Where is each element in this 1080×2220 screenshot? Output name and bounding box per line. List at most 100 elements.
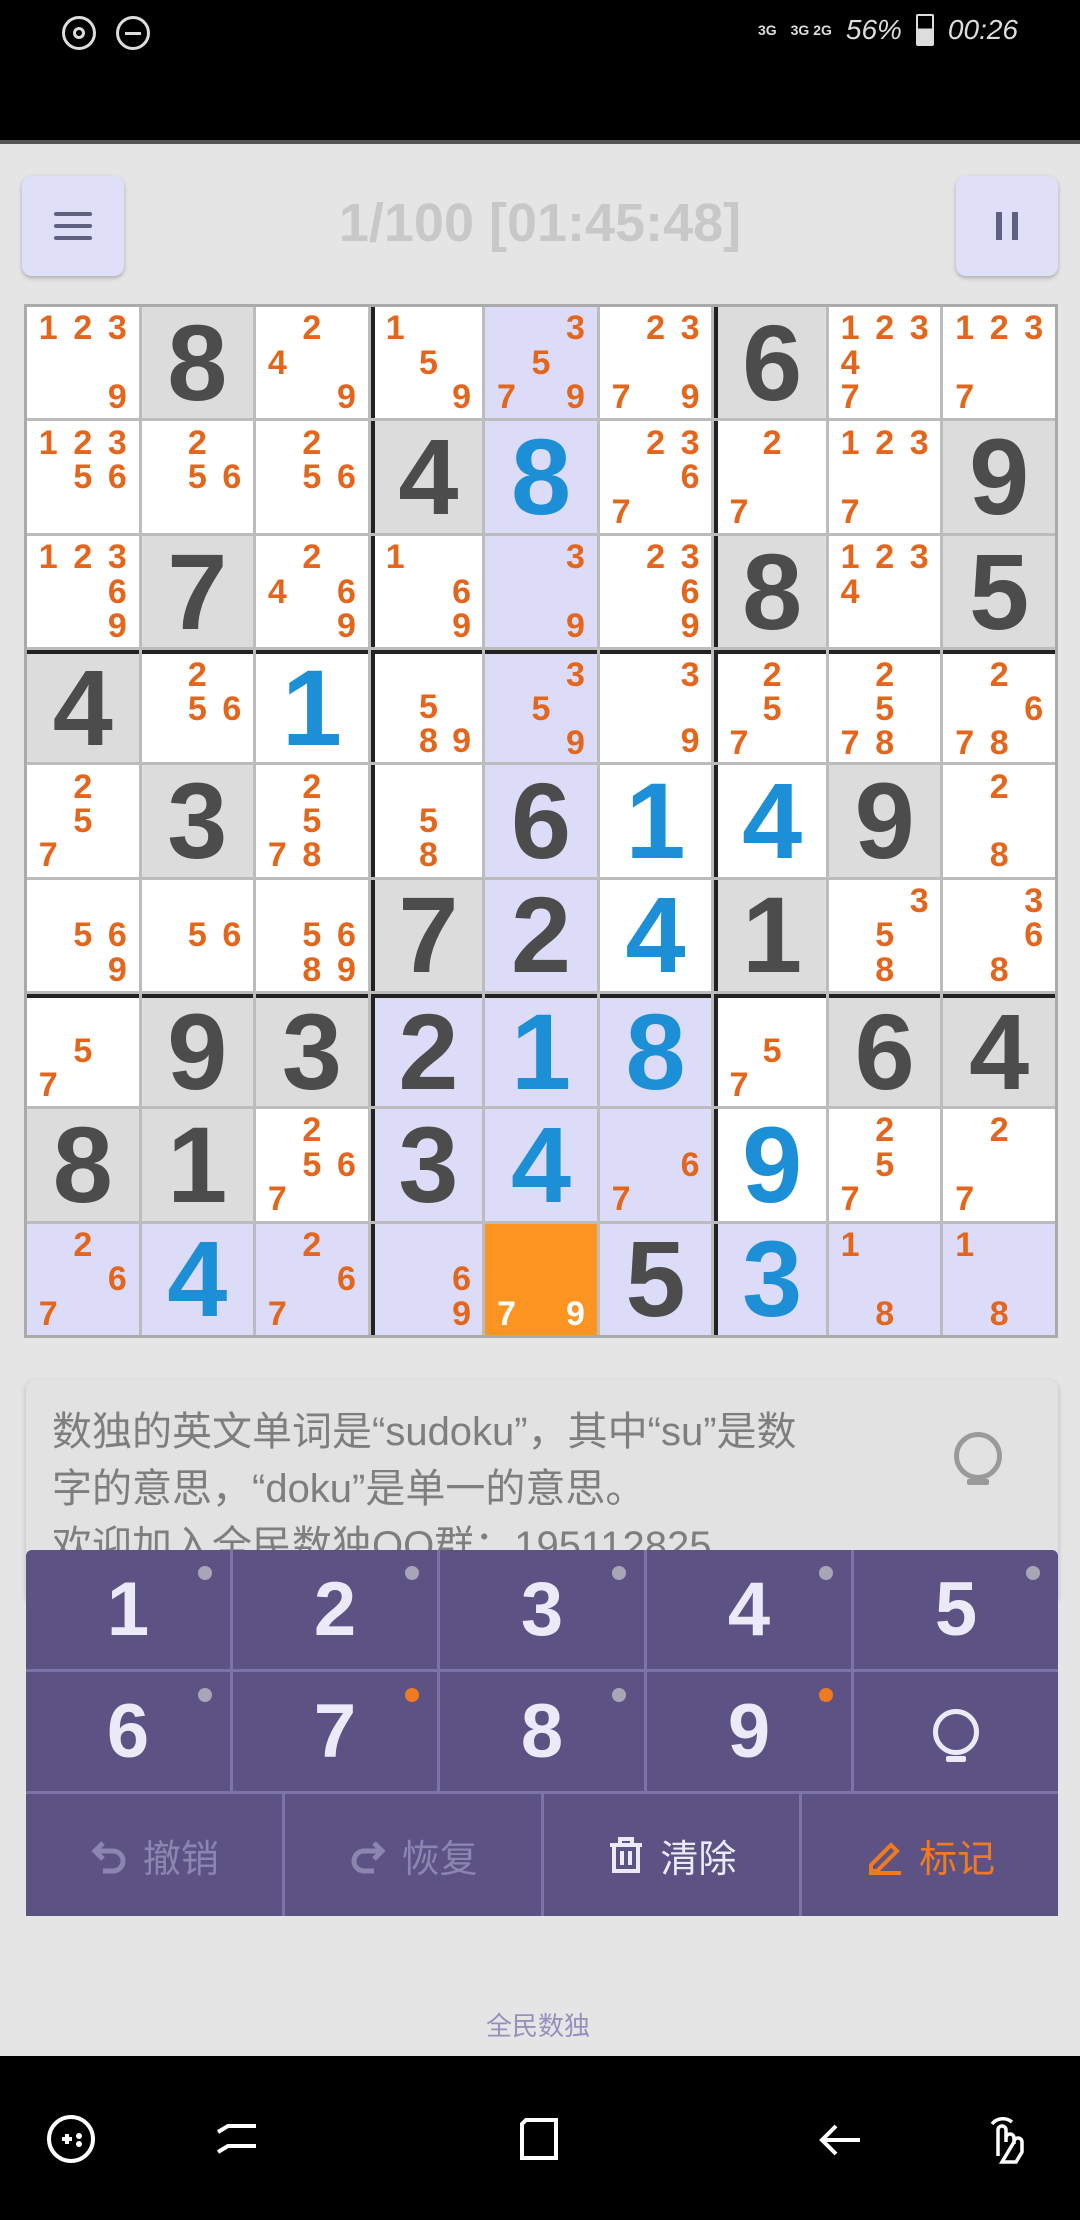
sudoku-cell[interactable]: 4 bbox=[141, 1223, 254, 1335]
sudoku-cell[interactable]: 3 bbox=[141, 765, 254, 877]
sudoku-cell[interactable]: 123 9 bbox=[27, 307, 139, 419]
sudoku-cell[interactable]: 8 bbox=[714, 535, 826, 648]
sudoku-cell[interactable]: 257 bbox=[828, 1109, 941, 1221]
sudoku-cell[interactable]: 4 bbox=[714, 765, 826, 877]
sudoku-cell[interactable]: 24 9 bbox=[256, 307, 368, 419]
sudoku-cell[interactable]: 58 bbox=[370, 765, 483, 877]
sudoku-cell[interactable]: 8 bbox=[141, 307, 254, 419]
digit-key-8[interactable]: 8 bbox=[440, 1672, 647, 1794]
sudoku-cell[interactable]: 9 bbox=[141, 994, 254, 1107]
mark-notes-button[interactable]: 标记 bbox=[802, 1794, 1058, 1916]
back-icon[interactable] bbox=[814, 2112, 868, 2166]
sudoku-cell[interactable]: 236 7 bbox=[599, 421, 712, 533]
sudoku-cell[interactable]: 123 7 bbox=[828, 421, 941, 533]
sudoku-cell[interactable]: 3 bbox=[714, 1223, 826, 1335]
sudoku-cell[interactable]: 26 7 bbox=[27, 1223, 139, 1335]
sudoku-cell[interactable]: 27 bbox=[714, 421, 826, 533]
sudoku-cell[interactable]: 569 bbox=[27, 879, 139, 992]
sudoku-cell[interactable]: 589 bbox=[370, 650, 483, 763]
sudoku-cell[interactable]: 2578 bbox=[256, 765, 368, 877]
sudoku-cell[interactable]: 123 4 bbox=[828, 535, 941, 648]
sudoku-cell[interactable]: 8 bbox=[599, 994, 712, 1107]
sudoku-cell[interactable]: 27 bbox=[943, 1109, 1055, 1221]
sudoku-cell[interactable]: 9 bbox=[714, 1109, 826, 1221]
digit-key-1[interactable]: 1 bbox=[26, 1550, 233, 1672]
home-icon[interactable] bbox=[512, 2112, 566, 2166]
sudoku-cell[interactable]: 9 bbox=[828, 765, 941, 877]
undo-button[interactable]: 撤销 bbox=[26, 1794, 285, 1916]
sudoku-cell[interactable]: 6 bbox=[828, 994, 941, 1107]
sudoku-cell[interactable]: 256 bbox=[141, 650, 254, 763]
game-launcher-icon[interactable] bbox=[44, 2112, 98, 2166]
digit-key-4[interactable]: 4 bbox=[647, 1550, 854, 1672]
clear-button[interactable]: 清除 bbox=[544, 1794, 803, 1916]
sudoku-cell[interactable]: 5689 bbox=[256, 879, 368, 992]
sudoku-cell[interactable]: 257 bbox=[27, 765, 139, 877]
sudoku-cell[interactable]: 7 bbox=[370, 879, 483, 992]
sudoku-cell[interactable]: 12369 bbox=[27, 535, 139, 648]
sudoku-cell[interactable]: 123 7 bbox=[943, 307, 1055, 419]
sudoku-cell[interactable]: 5 bbox=[599, 1223, 712, 1335]
sudoku-cell[interactable]: 358 bbox=[828, 879, 941, 992]
sudoku-cell[interactable]: 26 7 bbox=[256, 1223, 368, 1335]
sudoku-cell[interactable]: 3 bbox=[256, 994, 368, 1107]
digit-key-6[interactable]: 6 bbox=[26, 1672, 233, 1794]
sudoku-cell[interactable]: 69 bbox=[370, 1223, 483, 1335]
sudoku-cell[interactable]: 4 bbox=[943, 994, 1055, 1107]
sudoku-cell[interactable]: 6 bbox=[485, 765, 597, 877]
sudoku-cell[interactable]: 3 bbox=[370, 1109, 483, 1221]
recent-apps-icon[interactable] bbox=[210, 2112, 264, 2166]
redo-button[interactable]: 恢复 bbox=[285, 1794, 544, 1916]
sudoku-cell[interactable]: 2369 bbox=[599, 535, 712, 648]
sudoku-cell[interactable]: 359 bbox=[485, 650, 597, 763]
sudoku-cell[interactable]: 12356 bbox=[27, 421, 139, 533]
sudoku-cell[interactable]: 4 bbox=[27, 650, 139, 763]
sudoku-cell[interactable]: 39 bbox=[485, 535, 597, 648]
sudoku-cell[interactable]: 2578 bbox=[828, 650, 941, 763]
digit-key-9[interactable]: 9 bbox=[647, 1672, 854, 1794]
sudoku-cell[interactable]: 9 bbox=[943, 421, 1055, 533]
sudoku-cell[interactable]: 39 bbox=[599, 650, 712, 763]
digit-key-3[interactable]: 3 bbox=[440, 1550, 647, 1672]
hint-key[interactable] bbox=[854, 1672, 1058, 1794]
sudoku-cell[interactable]: 1 bbox=[256, 650, 368, 763]
sudoku-cell[interactable]: 28 bbox=[943, 765, 1055, 877]
lightbulb-icon[interactable] bbox=[954, 1432, 1002, 1485]
sudoku-cell[interactable]: 256 7 bbox=[256, 1109, 368, 1221]
sudoku-cell[interactable]: 4 bbox=[599, 879, 712, 992]
sudoku-cell[interactable]: 257 bbox=[714, 650, 826, 763]
digit-key-7[interactable]: 7 bbox=[233, 1672, 440, 1794]
sudoku-cell[interactable]: 6 bbox=[714, 307, 826, 419]
sudoku-cell[interactable]: 26 78 bbox=[943, 650, 1055, 763]
sudoku-cell[interactable]: 79 bbox=[485, 1223, 597, 1335]
sudoku-cell[interactable]: 2 bbox=[370, 994, 483, 1107]
digit-key-5[interactable]: 5 bbox=[854, 1550, 1058, 1672]
sudoku-cell[interactable]: 57 bbox=[27, 994, 139, 1107]
sudoku-cell[interactable]: 67 bbox=[599, 1109, 712, 1221]
pause-button[interactable] bbox=[956, 176, 1058, 276]
sudoku-cell[interactable]: 56 bbox=[141, 879, 254, 992]
sudoku-cell[interactable]: 357 9 bbox=[485, 307, 597, 419]
sudoku-cell[interactable]: 1 bbox=[714, 879, 826, 992]
sudoku-cell[interactable]: 159 bbox=[370, 307, 483, 419]
digit-key-2[interactable]: 2 bbox=[233, 1550, 440, 1672]
sudoku-cell[interactable]: 1 69 bbox=[370, 535, 483, 648]
sudoku-cell[interactable]: 24 69 bbox=[256, 535, 368, 648]
sudoku-cell[interactable]: 256 bbox=[141, 421, 254, 533]
sudoku-cell[interactable]: 8 bbox=[485, 421, 597, 533]
sudoku-cell[interactable]: 256 bbox=[256, 421, 368, 533]
sudoku-cell[interactable]: 8 bbox=[27, 1109, 139, 1221]
sudoku-cell[interactable]: 4 bbox=[485, 1109, 597, 1221]
sudoku-cell[interactable]: 18 bbox=[943, 1223, 1055, 1335]
sudoku-cell[interactable]: 2 bbox=[485, 879, 597, 992]
sudoku-cell[interactable]: 368 bbox=[943, 879, 1055, 992]
sudoku-cell[interactable]: 1 bbox=[599, 765, 712, 877]
sudoku-cell[interactable]: 1 bbox=[141, 1109, 254, 1221]
sudoku-cell[interactable]: 7 bbox=[141, 535, 254, 648]
sudoku-cell[interactable]: 123 47 bbox=[828, 307, 941, 419]
sudoku-cell[interactable]: 23 7 9 bbox=[599, 307, 712, 419]
sudoku-cell[interactable]: 4 bbox=[370, 421, 483, 533]
sudoku-cell[interactable]: 5 bbox=[943, 535, 1055, 648]
sudoku-cell[interactable]: 57 bbox=[714, 994, 826, 1107]
sudoku-cell[interactable]: 18 bbox=[828, 1223, 941, 1335]
